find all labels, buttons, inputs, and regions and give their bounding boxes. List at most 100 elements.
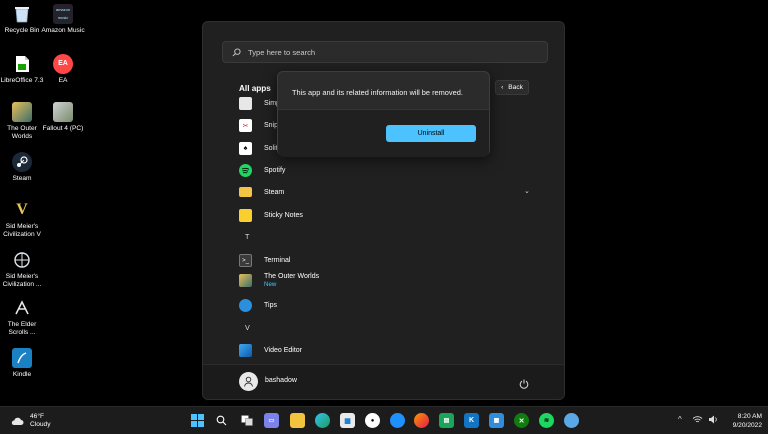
app-item-sticky-notes[interactable]: Sticky Notes [239,209,539,222]
app-label: Spotify [264,167,286,174]
app-item-video-editor[interactable]: Video Editor [239,344,539,357]
speaker-icon[interactable] [708,415,718,426]
app-item-tips[interactable]: Tips [239,299,539,312]
civilization-v-icon: V [16,201,28,218]
app-label: Terminal [264,257,291,264]
cloud-icon [11,417,24,425]
outer-worlds-icon [239,274,252,287]
letter-header-v[interactable]: V [245,323,250,332]
taskbar-search-button[interactable] [214,413,229,428]
steam-icon [12,152,32,172]
search-icon [216,415,227,426]
app-item-outer-worlds[interactable]: The Outer Worlds New [239,273,539,288]
clock[interactable]: 8:20 AM 9/20/2022 [726,412,762,430]
chat-icon: ▭ [268,418,275,424]
power-button[interactable] [519,376,529,394]
app-button-1[interactable]: ● [365,413,380,428]
desktop-icon-label: Fallout 4 (PC) [42,125,84,132]
search-icon [232,47,241,56]
spotify-button[interactable]: ≋ [539,413,554,428]
kindle-icon: K [468,417,475,424]
back-label: Back [508,84,523,91]
snipping-tool-icon: ✂ [239,119,252,132]
firefox-button[interactable] [414,413,429,428]
task-view-icon [240,415,253,426]
desktop-icon-label: Sid Meier's Civilization V [3,223,41,238]
store-icon: ▦ [344,417,351,425]
calculator-button[interactable]: ▦ [489,413,504,428]
teams-chat-button[interactable]: ▭ [264,413,279,428]
uninstall-button[interactable]: Uninstall [386,125,476,142]
dialog-message: This app and its related information wil… [292,88,463,97]
user-name[interactable]: bashadow [265,377,297,384]
chevron-up-icon[interactable]: ^ [678,415,682,424]
app-button-3[interactable] [564,413,579,428]
desktop-icon-outer-worlds[interactable]: The Outer Worlds [0,102,44,141]
app-item-steam-folder[interactable]: Steam [239,187,539,197]
video-editor-icon [239,344,252,357]
search-input[interactable]: Type here to search [222,41,548,63]
desktop-icon-label: EA [58,77,68,84]
ea-icon: EA [53,54,73,74]
kindle-button[interactable]: K [464,413,479,428]
desktop-icon-steam[interactable]: Steam [0,152,44,183]
desktop-icon-label: Kindle [12,371,32,378]
desktop-icon-label: The Elder Scrolls ... [7,321,37,336]
chevron-left-icon: ‹ [501,84,504,91]
app-item-terminal[interactable]: >_ Terminal [239,254,539,267]
search-placeholder: Type here to search [248,47,316,57]
calculator-icon: ▦ [493,418,500,424]
letter-header-t[interactable]: T [245,232,249,241]
start-button[interactable] [190,413,205,428]
desktop-icon-civilization-v[interactable]: V Sid Meier's Civilization V [0,200,44,239]
tips-icon [239,299,252,312]
clock-time: 8:20 AM [737,413,762,420]
weather-widget[interactable]: 46°F Cloudy [10,413,51,429]
file-explorer-button[interactable] [290,413,305,428]
solitaire-icon: ♠ [239,142,252,155]
dialog-footer: Uninstall [278,109,489,157]
desktop-icon-label: The Outer Worlds [7,125,37,140]
edge-button[interactable] [315,413,330,428]
task-view-button[interactable] [239,413,254,428]
app-label: Solit [264,145,278,152]
app-icon: ● [370,417,375,424]
spotify-icon [239,164,252,177]
desktop-icon-ea[interactable]: EA EA [41,54,85,85]
elder-scrolls-icon [12,298,32,318]
libreoffice-calc-button[interactable]: ▤ [439,413,454,428]
terminal-icon: >_ [239,254,252,267]
app-item-spotify[interactable]: Spotify [239,164,539,177]
amazon-music-icon: amazon music [53,4,73,24]
desktop-icon-civilization[interactable]: Sid Meier's Civilization ... [0,250,44,289]
desktop-icon-libreoffice[interactable]: LibreOffice 7.3 [0,54,44,85]
chevron-down-icon[interactable]: ⌄ [524,187,530,195]
desktop-icon-amazon-music[interactable]: amazon music Amazon Music [41,4,85,35]
desktop-icon-label: LibreOffice 7.3 [0,77,44,84]
user-avatar[interactable] [239,372,258,391]
desktop-icon-label: Steam [12,175,32,182]
desktop-icon-fallout[interactable]: Fallout 4 (PC) [41,102,85,133]
spotify-icon: ≋ [543,418,550,424]
folder-icon [239,187,252,197]
simplenote-icon [239,97,252,110]
user-icon [244,376,253,387]
network-icon[interactable] [692,415,703,426]
taskbar: 46°F Cloudy ▭ ▦ ● ▤ K ▦ ✕ ≋ ^ 8:20 AM 9/… [0,406,768,434]
app-label: Video Editor [264,347,303,354]
outer-worlds-icon [12,102,32,122]
desktop-icon-label: Recycle Bin [4,27,40,34]
microsoft-store-button[interactable]: ▦ [340,413,355,428]
xbox-button[interactable]: ✕ [514,413,529,428]
uninstall-dialog: This app and its related information wil… [277,71,490,157]
desktop-icon-elder-scrolls[interactable]: The Elder Scrolls ... [0,298,44,337]
desktop-icon-kindle[interactable]: Kindle [0,348,44,379]
desktop-icon-label: Amazon Music [41,27,85,34]
weather-temp: 46°F [30,413,44,420]
app-label: Tips [264,302,277,309]
app-label: Sticky Notes [264,212,303,219]
app-button-2[interactable] [390,413,405,428]
calc-icon: ▤ [443,418,450,424]
desktop-icon-recycle-bin[interactable]: Recycle Bin [0,4,44,35]
xbox-icon: ✕ [518,417,525,425]
